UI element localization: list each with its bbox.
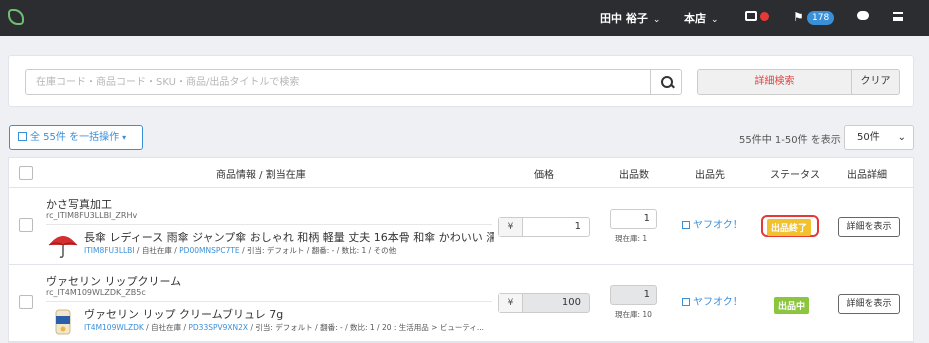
quantity-value: 1 bbox=[643, 213, 650, 224]
price-input: ¥ 100 bbox=[498, 293, 590, 313]
row-checkbox[interactable] bbox=[19, 218, 33, 232]
notification-count-badge[interactable]: 178 bbox=[807, 11, 835, 25]
app-logo-icon[interactable] bbox=[8, 9, 24, 25]
advanced-search-button[interactable]: 詳細検索 bbox=[697, 69, 852, 95]
flag-icon[interactable]: ⚑ bbox=[793, 10, 804, 24]
per-page-select[interactable]: 50件 ⌄ bbox=[844, 125, 914, 150]
umbrella-image bbox=[48, 236, 78, 258]
item-meta: IT4M109WLZDK / 自社在庫 / PD33SPV9XN2X / 引当:… bbox=[84, 322, 494, 333]
chevron-down-icon: ⌄ bbox=[711, 15, 719, 25]
item-name: 長傘 レディース 雨傘 ジャンプ傘 おしゃれ 和柄 軽量 丈夫 16本骨 和傘 … bbox=[84, 231, 494, 244]
yen-icon: ¥ bbox=[499, 218, 523, 236]
search-input[interactable] bbox=[25, 69, 651, 95]
listing-title[interactable]: かさ写真加工 bbox=[46, 196, 112, 212]
pd-link[interactable]: PD00MNSPC7TE bbox=[179, 246, 240, 255]
hamburger-menu-icon[interactable] bbox=[893, 12, 903, 21]
price-value: 1 bbox=[574, 221, 581, 232]
chevron-down-icon: ⌄ bbox=[652, 15, 661, 25]
pd-link[interactable]: PD33SPV9XN2X bbox=[188, 323, 248, 332]
table-row: かさ写真加工 rc_ITIM8FU3LLBI_ZRHv 長傘 レディース 雨傘 … bbox=[9, 189, 913, 265]
external-link-icon bbox=[682, 298, 690, 306]
col-status: ステータス bbox=[770, 170, 820, 181]
price-input[interactable]: ¥ 1 bbox=[498, 217, 590, 237]
store-menu[interactable]: 本店 ⌄ bbox=[684, 10, 719, 26]
meta-text: / 引当: デフォルト / 翻番: - / 数比: 1 / その他 bbox=[239, 246, 397, 255]
channel-label: ヤフオク！ bbox=[693, 297, 743, 308]
listing-code: rc_ITIM8FU3LLBI_ZRHv bbox=[46, 211, 138, 220]
channel-link[interactable]: ヤフオク！ bbox=[682, 293, 743, 308]
printer-icon[interactable] bbox=[745, 11, 757, 21]
lip-cream-image bbox=[55, 309, 71, 335]
per-page-value: 50件 bbox=[857, 132, 880, 143]
alert-dot-icon bbox=[760, 12, 769, 21]
listing-title[interactable]: ヴァセリン リップクリーム bbox=[46, 273, 181, 289]
status-highlight: 出品終了 bbox=[761, 215, 819, 237]
quantity-value: 1 bbox=[643, 289, 650, 300]
search-icon[interactable] bbox=[650, 69, 682, 95]
sku-link[interactable]: IT4M109WLZDK bbox=[84, 323, 144, 332]
item-meta: ITIM8FU3LLBI / 自社在庫 / PD00MNSPC7TE / 引当:… bbox=[84, 245, 494, 256]
show-detail-button[interactable]: 詳細を表示 bbox=[838, 294, 900, 314]
item-name: ヴァセリン リップ クリームブリュレ 7g bbox=[84, 308, 284, 321]
chat-icon[interactable] bbox=[857, 11, 869, 20]
sku-link[interactable]: ITIM8FU3LLBI bbox=[84, 246, 135, 255]
quantity-input: 1 bbox=[610, 285, 657, 305]
row-checkbox[interactable] bbox=[19, 295, 33, 309]
divider bbox=[46, 224, 492, 225]
col-detail: 出品詳細 bbox=[847, 170, 887, 181]
edit-icon bbox=[18, 132, 27, 141]
col-product-info: 商品情報 / 割当在庫 bbox=[216, 170, 306, 181]
user-name: 田中 裕子 bbox=[600, 12, 648, 25]
col-channel: 出品先 bbox=[695, 170, 725, 181]
status-badge: 出品中 bbox=[774, 297, 810, 314]
clear-button[interactable]: クリア bbox=[851, 69, 900, 95]
select-all-checkbox[interactable] bbox=[19, 166, 33, 180]
meta-text: / 引当: デフォルト / 翻番: - / 数比: 1 / 20 : 生活用品 … bbox=[248, 323, 485, 332]
yen-icon: ¥ bbox=[499, 294, 523, 312]
show-detail-button[interactable]: 詳細を表示 bbox=[838, 217, 900, 237]
table-row: ヴァセリン リップクリーム rc_IT4M109WLZDK_ZB5c ヴァセリン… bbox=[9, 266, 913, 342]
meta-text: / 自社在庫 / bbox=[143, 323, 189, 332]
col-quantity: 出品数 bbox=[619, 170, 649, 181]
meta-text: / 自社在庫 / bbox=[134, 246, 180, 255]
top-navbar: 田中 裕子 ⌄ 本店 ⌄ ⚑ 178 bbox=[0, 0, 929, 36]
divider bbox=[46, 301, 492, 302]
col-price: 価格 bbox=[534, 170, 554, 181]
listing-table: 商品情報 / 割当在庫 価格 出品数 出品先 ステータス 出品詳細 かさ写真加工… bbox=[8, 157, 914, 343]
price-value: 100 bbox=[561, 297, 581, 308]
bulk-action-label: 全 55件 を一括操作 bbox=[30, 132, 120, 143]
chevron-down-icon: ⌄ bbox=[897, 132, 906, 143]
store-name: 本店 bbox=[684, 12, 706, 25]
channel-label: ヤフオク！ bbox=[693, 220, 743, 231]
external-link-icon bbox=[682, 221, 690, 229]
result-range-text: 55件中 1-50件 を表示 bbox=[739, 135, 841, 146]
caret-down-icon: ▾ bbox=[122, 133, 127, 142]
stock-text: 現在庫: 10 bbox=[615, 310, 652, 319]
status-badge: 出品終了 bbox=[767, 219, 812, 236]
search-panel: 詳細検索 クリア bbox=[8, 55, 914, 107]
channel-link[interactable]: ヤフオク！ bbox=[682, 216, 743, 231]
quantity-input[interactable]: 1 bbox=[610, 209, 657, 229]
stock-text: 現在庫: 1 bbox=[615, 234, 648, 243]
table-header: 商品情報 / 割当在庫 価格 出品数 出品先 ステータス 出品詳細 bbox=[9, 158, 913, 188]
listing-code: rc_IT4M109WLZDK_ZB5c bbox=[46, 288, 146, 297]
user-menu[interactable]: 田中 裕子 ⌄ bbox=[600, 10, 660, 26]
bulk-action-button[interactable]: 全 55件 を一括操作 ▾ bbox=[9, 125, 143, 150]
